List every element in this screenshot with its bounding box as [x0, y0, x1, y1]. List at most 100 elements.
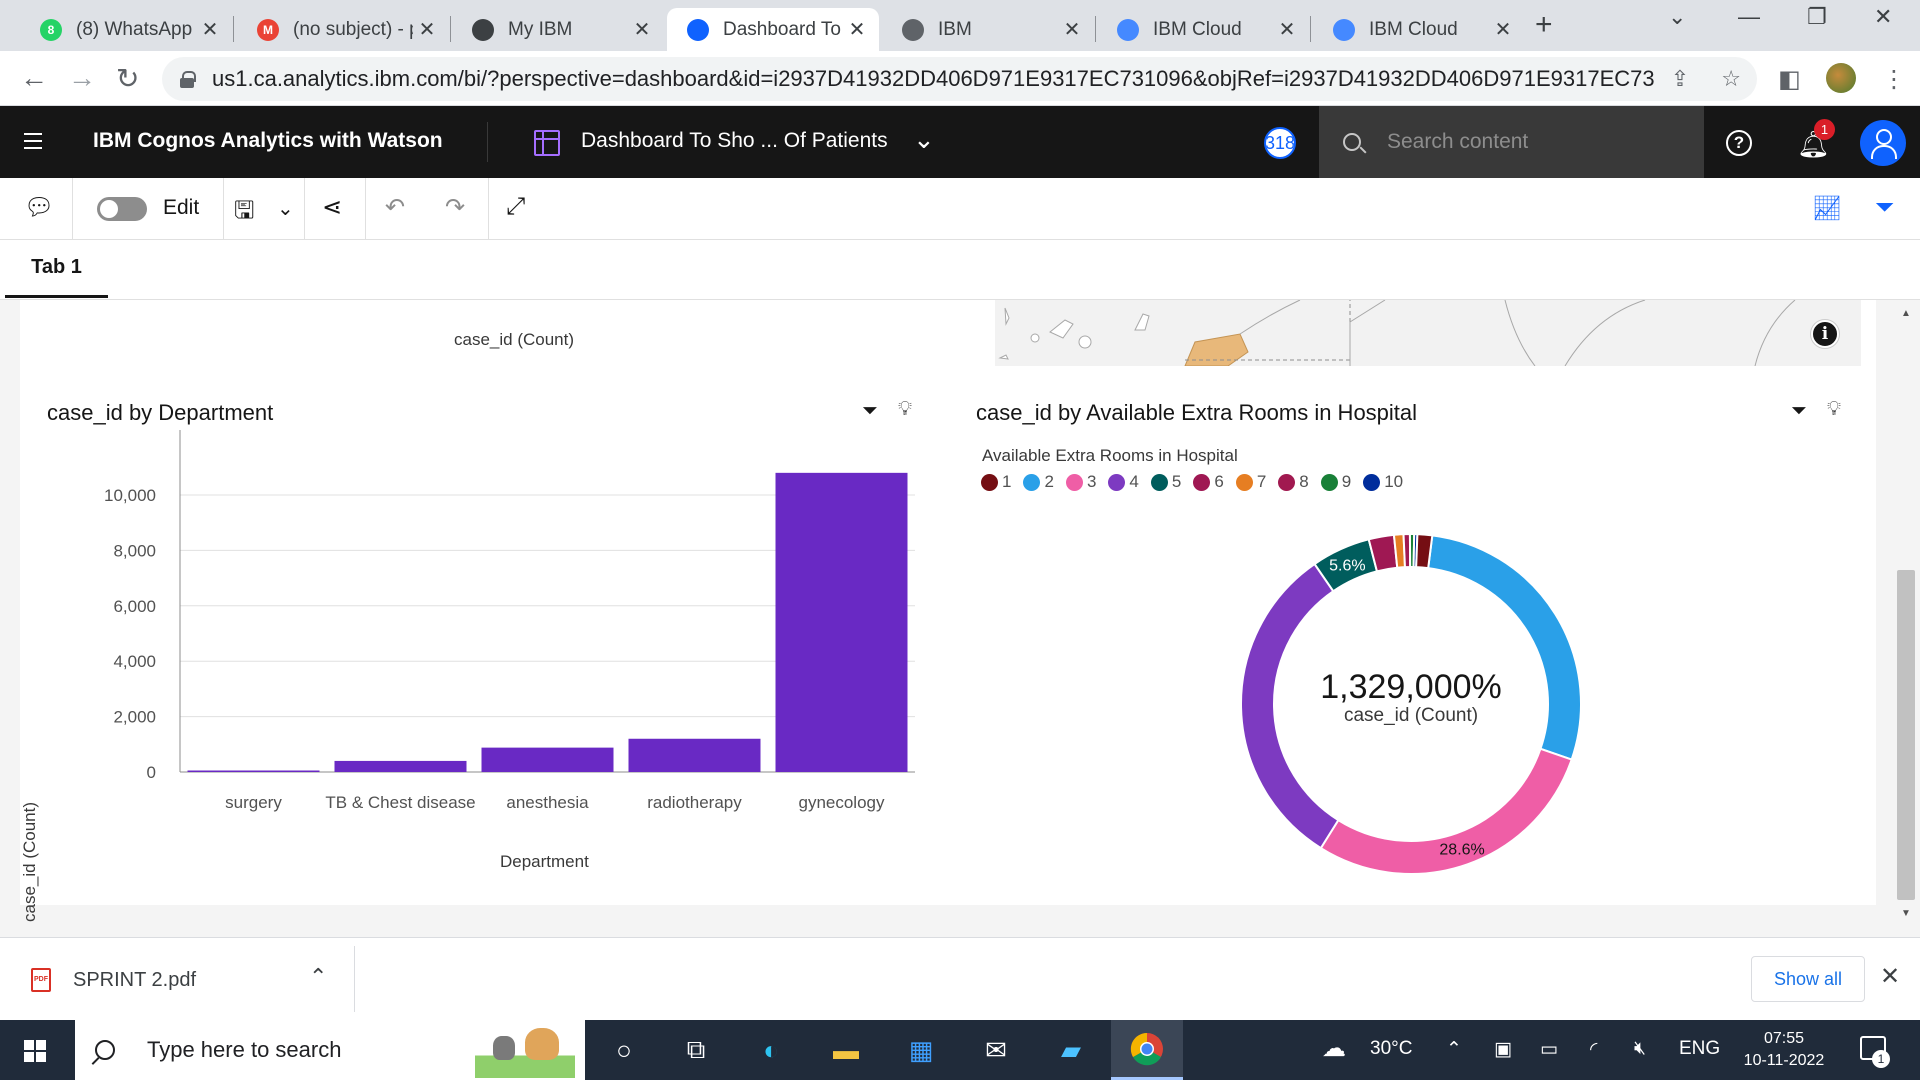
browser-tab[interactable]: 8 (8) WhatsApp ✕ [20, 8, 232, 51]
legend-item[interactable]: 6 [1193, 472, 1224, 492]
fullscreen-icon[interactable]: ⤢ [506, 193, 525, 221]
browser-tab-title: (8) WhatsApp [76, 18, 193, 40]
legend-item[interactable]: 8 [1278, 472, 1309, 492]
comment-icon[interactable]: 💬︎ [24, 193, 54, 222]
chrome-icon[interactable] [1111, 1020, 1183, 1080]
legend-item[interactable]: 1 [981, 472, 1011, 492]
close-tab-icon[interactable]: ✕ [843, 17, 871, 42]
close-window-icon[interactable]: ✕ [1874, 4, 1892, 30]
edit-toggle[interactable] [97, 197, 147, 221]
legend-item[interactable]: 7 [1235, 472, 1266, 492]
cortana-icon[interactable]: ○ [588, 1020, 660, 1080]
close-tab-icon[interactable]: ✕ [1489, 17, 1517, 42]
show-all-button[interactable]: Show all [1751, 956, 1865, 1002]
lock-icon[interactable] [180, 71, 196, 88]
new-tab-button[interactable]: + [1535, 8, 1553, 42]
pdf-file-icon[interactable]: PDF [31, 968, 51, 992]
close-tab-icon[interactable]: ✕ [1273, 17, 1301, 42]
menu-dots-icon[interactable]: ⋮ [1882, 65, 1906, 94]
side-panel-icon[interactable]: ◧ [1778, 65, 1801, 94]
insights-chart-icon[interactable]: 📈︎ [1812, 194, 1842, 223]
weather-cloud-icon[interactable]: ☁︎ [1322, 1034, 1346, 1063]
omnibox[interactable]: us1.ca.analytics.ibm.com/bi/?perspective… [162, 57, 1757, 101]
search-input[interactable] [1387, 130, 1687, 154]
reload-icon[interactable]: ↻ [116, 62, 139, 95]
profile-avatar[interactable] [1826, 63, 1856, 93]
bar[interactable] [334, 760, 467, 772]
legend-label: 10 [1384, 472, 1404, 491]
scroll-down-icon[interactable]: ▼ [1901, 908, 1911, 919]
edge-browser-icon[interactable]: ◐ [735, 1020, 807, 1080]
browser-tab[interactable]: IBM ✕ [882, 8, 1094, 51]
battery-icon[interactable]: ▭ [1540, 1038, 1558, 1061]
windows-start-icon[interactable] [24, 1040, 46, 1062]
browser-tab[interactable]: IBM Cloud ✕ [1097, 8, 1309, 51]
chevron-down-icon[interactable]: ⌄ [913, 124, 935, 155]
share-icon[interactable]: ⋖ [322, 193, 342, 222]
dashboard-title[interactable]: Dashboard To Sho ... Of Patients [581, 129, 888, 153]
legend-item[interactable]: 4 [1108, 472, 1139, 492]
mail-icon[interactable]: ✉ [960, 1020, 1032, 1080]
close-tab-icon[interactable]: ✕ [196, 17, 224, 42]
close-tab-icon[interactable]: ✕ [413, 17, 441, 42]
meet-now-icon[interactable]: ▣ [1494, 1038, 1512, 1061]
y-tick-label: 4,000 [113, 652, 156, 671]
legend-item[interactable]: 5 [1150, 472, 1181, 492]
help-icon[interactable]: ? [1726, 130, 1752, 156]
restore-icon[interactable]: ❐ [1807, 4, 1827, 30]
legend-item[interactable]: 9 [1320, 472, 1351, 492]
count-badge[interactable]: 318 [1264, 127, 1296, 159]
chevron-up-icon[interactable]: ⌃ [1446, 1038, 1462, 1061]
undo-icon[interactable]: ↶ [385, 193, 405, 222]
tab-search-icon[interactable]: ⌄ [1668, 4, 1686, 30]
back-icon[interactable]: ← [20, 62, 48, 94]
insights-lightbulb-icon[interactable]: 💡︎ [898, 398, 912, 421]
bar[interactable] [628, 738, 761, 772]
volume-muted-icon[interactable]: 🔇︎ [1634, 1038, 1646, 1060]
share-icon[interactable]: ⇪ [1671, 66, 1689, 92]
globe-icon [902, 18, 924, 41]
bookmark-star-icon[interactable]: ☆ [1721, 66, 1741, 92]
browser-tab[interactable]: Dashboard To S✕ [667, 8, 879, 51]
save-dropdown-chevron-icon[interactable]: ⌄ [277, 196, 294, 221]
browser-tab[interactable]: M (no subject) - p ✕ [237, 8, 449, 51]
remote-desktop-icon[interactable]: ▰ [1035, 1020, 1107, 1080]
filter-icon[interactable]: ⏷ [1875, 194, 1894, 222]
save-icon[interactable]: 🖫 [234, 193, 254, 234]
hamburger-menu-icon[interactable] [24, 133, 42, 149]
canvas-scrollbar[interactable]: ▲ ▼ [1897, 308, 1915, 919]
microsoft-store-icon[interactable]: ▦ [885, 1020, 957, 1080]
taskbar-search[interactable]: Type here to search [75, 1020, 585, 1080]
file-explorer-icon[interactable]: ▬ [810, 1020, 882, 1080]
language-indicator[interactable]: ENG [1679, 1038, 1720, 1060]
wifi-icon[interactable]: ◜ [1590, 1038, 1597, 1061]
tab-1[interactable]: Tab 1 [5, 240, 108, 298]
legend-item[interactable]: 3 [1065, 472, 1096, 492]
user-avatar-icon[interactable] [1860, 120, 1906, 166]
close-icon[interactable]: ✕ [1880, 962, 1900, 991]
filter-icon[interactable]: ⏷ [1791, 400, 1807, 423]
legend-item[interactable]: 10 [1363, 472, 1403, 492]
scrollbar-thumb[interactable] [1897, 570, 1915, 900]
forward-icon[interactable]: → [68, 62, 96, 94]
bar[interactable] [775, 472, 908, 772]
bar[interactable] [187, 770, 320, 773]
task-view-icon[interactable]: ⧉ [660, 1020, 732, 1080]
browser-tab[interactable]: IBM Cloud ✕ [1313, 8, 1525, 51]
minimize-icon[interactable]: — [1738, 4, 1760, 30]
legend-item[interactable]: 2 [1023, 472, 1054, 492]
close-tab-icon[interactable]: ✕ [628, 17, 656, 42]
close-tab-icon[interactable]: ✕ [1058, 17, 1086, 42]
map-widget[interactable] [995, 300, 1861, 366]
redo-icon[interactable]: ↷ [445, 193, 465, 222]
insights-lightbulb-icon[interactable]: 💡︎ [1827, 398, 1841, 421]
url-text[interactable]: us1.ca.analytics.ibm.com/bi/?perspective… [212, 66, 1655, 92]
chevron-up-icon[interactable]: ⌃ [309, 964, 327, 990]
download-file-name[interactable]: SPRINT 2.pdf [73, 969, 196, 992]
clock[interactable]: 07:55 10-11-2022 [1734, 1028, 1834, 1072]
temperature-text[interactable]: 30°C [1370, 1038, 1412, 1060]
info-icon[interactable]: i [1811, 320, 1839, 348]
scroll-up-icon[interactable]: ▲ [1901, 308, 1911, 319]
bar[interactable] [481, 747, 614, 772]
browser-tab[interactable]: My IBM ✕ [452, 8, 664, 51]
